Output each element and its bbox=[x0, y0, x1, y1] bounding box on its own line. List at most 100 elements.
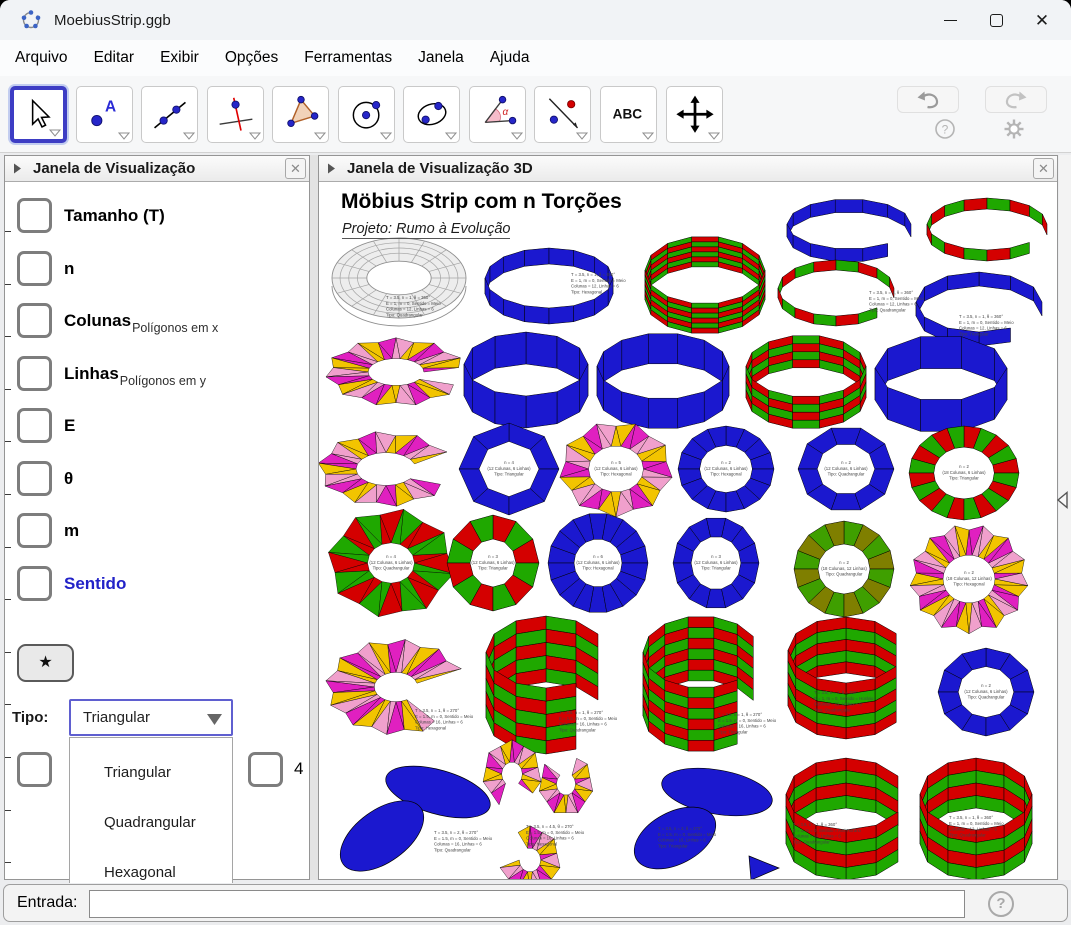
svg-text:T = 3.5, n = 1, θ = 270°: T = 3.5, n = 1, θ = 270° bbox=[415, 708, 459, 713]
checkbox-sublabel: Polígonos em x bbox=[132, 321, 218, 335]
svg-text:n = 4: n = 4 bbox=[386, 554, 396, 559]
redo-icon bbox=[1002, 90, 1030, 110]
line-tool-button[interactable] bbox=[141, 86, 198, 143]
y-axis-tick bbox=[5, 389, 11, 390]
svg-text:n = 3: n = 3 bbox=[711, 554, 721, 559]
svg-text:T = 3.5, n = 1, θ = 270°: T = 3.5, n = 1, θ = 270° bbox=[559, 710, 603, 715]
menu-editar[interactable]: Editar bbox=[81, 43, 148, 73]
tool-dropdown-icon[interactable] bbox=[314, 132, 326, 140]
mobius-strip bbox=[597, 334, 729, 428]
menu-ajuda[interactable]: Ajuda bbox=[477, 43, 543, 73]
checkbox-8[interactable] bbox=[17, 566, 52, 601]
text-abc-icon: ABC bbox=[609, 94, 649, 134]
star-button[interactable]: ★ bbox=[17, 644, 74, 682]
panel-menu-arrow-icon[interactable] bbox=[14, 163, 21, 174]
menu-janela[interactable]: Janela bbox=[405, 43, 477, 73]
tool-dropdown-icon[interactable] bbox=[511, 132, 523, 140]
application-window: MoebiusStrip.ggb ✕ ArquivoEditarExibirOp… bbox=[0, 0, 1071, 925]
svg-text:Tipo: Triangular: Tipo: Triangular bbox=[478, 566, 508, 571]
y-axis-tick bbox=[5, 336, 11, 337]
svg-text:Tipo: Quadrangular: Tipo: Quadrangular bbox=[373, 566, 410, 571]
perpendicular-line-tool-button[interactable] bbox=[207, 86, 264, 143]
mobius-strip bbox=[326, 338, 460, 405]
mobius-strip: n = 3(12 Colunas, 6 Linhas)Tipo: Triangu… bbox=[673, 518, 759, 608]
svg-text:Colunas = 12, Linhas = 6: Colunas = 12, Linhas = 6 bbox=[386, 307, 434, 312]
svg-text:T = 3.5, n = 1, θ = 270°: T = 3.5, n = 1, θ = 270° bbox=[718, 712, 762, 717]
graphics-3d-close-button[interactable]: ✕ bbox=[1033, 158, 1054, 179]
svg-text:(12 Colunas, 6 Linhas): (12 Colunas, 6 Linhas) bbox=[824, 466, 868, 471]
tool-dropdown-icon[interactable] bbox=[576, 132, 588, 140]
entrada-input[interactable] bbox=[89, 890, 965, 918]
extra-checkbox-right[interactable] bbox=[248, 752, 283, 787]
svg-text:E = 1, m = 0, Sentido = Meio: E = 1, m = 0, Sentido = Meio bbox=[949, 821, 1004, 826]
undo-button[interactable] bbox=[897, 86, 959, 113]
checkbox-6[interactable] bbox=[17, 461, 52, 496]
svg-text:n = 2: n = 2 bbox=[721, 460, 731, 465]
checkbox-7[interactable] bbox=[17, 513, 52, 548]
circle-tool-button[interactable] bbox=[338, 86, 395, 143]
toolbar-help-button[interactable]: ? bbox=[934, 118, 956, 140]
checkbox-1[interactable] bbox=[17, 198, 52, 233]
point-tool-button[interactable]: A bbox=[76, 86, 133, 143]
strip-parameters-label: T = 3.5, n = 1, θ = 270°E = 1.5, m = 0, … bbox=[559, 710, 618, 732]
y-axis-tick bbox=[5, 652, 11, 653]
angle-tool-button[interactable]: α bbox=[469, 86, 526, 143]
graphics-3d-canvas[interactable]: n = 4 (12 Colunas, 6 Linhas) Tipo: Triangu… bbox=[319, 182, 1057, 879]
mobius-strip bbox=[875, 337, 1007, 432]
move-graphics-view-tool-button[interactable] bbox=[666, 86, 723, 143]
svg-text:T = 3.5, n = 2, θ = 270°: T = 3.5, n = 2, θ = 270° bbox=[434, 830, 478, 835]
mobius-strip: n = 6(12 Colunas, 6 Linhas)Tipo: Hexagon… bbox=[548, 514, 648, 612]
tool-dropdown-icon[interactable] bbox=[118, 132, 130, 140]
tool-dropdown-icon[interactable] bbox=[708, 132, 720, 140]
tipo-option-triangular[interactable]: Triangular bbox=[70, 753, 232, 803]
svg-text:n = 4: n = 4 bbox=[504, 460, 514, 465]
tool-dropdown-icon[interactable] bbox=[445, 132, 457, 140]
graphics-view-canvas[interactable]: ★ Tipo: Triangular TriangularQuadrangula… bbox=[5, 182, 309, 879]
checkbox-2[interactable] bbox=[17, 251, 52, 286]
text-tool-button[interactable]: ABC bbox=[600, 86, 657, 143]
menu-exibir[interactable]: Exibir bbox=[147, 43, 212, 73]
extra-checkbox-left[interactable] bbox=[17, 752, 52, 787]
menu-arquivo[interactable]: Arquivo bbox=[2, 43, 81, 73]
checkbox-label: E bbox=[64, 416, 75, 436]
checkbox-4[interactable] bbox=[17, 356, 52, 391]
menu-opções[interactable]: Opções bbox=[212, 43, 291, 73]
tool-dropdown-icon[interactable] bbox=[49, 129, 61, 137]
tipo-dropdown[interactable]: Triangular bbox=[69, 699, 233, 736]
redo-button[interactable] bbox=[985, 86, 1047, 113]
svg-text:E = 1.5, m = 0, Sentido = Meio: E = 1.5, m = 0, Sentido = Meio bbox=[718, 718, 777, 723]
mobius-strip: n = 2(12 Colunas, 6 Linhas)Tipo: Quadran… bbox=[938, 648, 1034, 736]
polygon-tool-button[interactable] bbox=[272, 86, 329, 143]
close-button[interactable]: ✕ bbox=[1019, 0, 1065, 40]
tool-dropdown-icon[interactable] bbox=[183, 132, 195, 140]
graphics-view-close-button[interactable]: ✕ bbox=[285, 158, 306, 179]
svg-text:Tipo: Triangular: Tipo: Triangular bbox=[718, 729, 748, 734]
panel-menu-arrow-icon[interactable] bbox=[328, 163, 335, 174]
tipo-option-quadrangular[interactable]: Quadrangular bbox=[70, 803, 232, 853]
checkbox-3[interactable] bbox=[17, 303, 52, 338]
tool-dropdown-icon[interactable] bbox=[642, 132, 654, 140]
svg-text:Tipo: Quadrangular: Tipo: Quadrangular bbox=[386, 312, 423, 317]
svg-text:Colunas = 16, Linhas = 6: Colunas = 16, Linhas = 6 bbox=[658, 838, 706, 843]
svg-text:n = 2: n = 2 bbox=[981, 683, 991, 688]
svg-text:E = 1, m = 0, Sentido = Meio: E = 1, m = 0, Sentido = Meio bbox=[386, 301, 441, 306]
value-badge: 4 bbox=[294, 759, 303, 779]
svg-text:n = 2: n = 2 bbox=[959, 464, 969, 469]
panel-splitter[interactable] bbox=[310, 155, 318, 880]
checkbox-5[interactable] bbox=[17, 408, 52, 443]
input-help-button[interactable]: ? bbox=[988, 891, 1014, 917]
ellipse-tool-button[interactable] bbox=[403, 86, 460, 143]
tool-dropdown-icon[interactable] bbox=[380, 132, 392, 140]
move-tool-button[interactable] bbox=[10, 86, 67, 143]
svg-text:E = 1.5, m = 0, Sentido = Meio: E = 1.5, m = 0, Sentido = Meio bbox=[415, 714, 474, 719]
toolbar-settings-button[interactable] bbox=[1003, 118, 1025, 140]
maximize-button[interactable] bbox=[973, 0, 1019, 40]
menu-ferramentas[interactable]: Ferramentas bbox=[291, 43, 405, 73]
minimize-button[interactable] bbox=[927, 0, 973, 40]
svg-text:Colunas = 12, Linhas = 6: Colunas = 12, Linhas = 6 bbox=[814, 702, 862, 707]
mobius-strip: n = 2(18 Colunas, 12 Linhas)Tipo: Hexago… bbox=[910, 526, 1028, 634]
reflection-tool-button[interactable] bbox=[534, 86, 591, 143]
tool-dropdown-icon[interactable] bbox=[249, 132, 261, 140]
collapse-left-arrow-icon[interactable] bbox=[1056, 491, 1069, 509]
svg-text:n = 3: n = 3 bbox=[488, 554, 498, 559]
